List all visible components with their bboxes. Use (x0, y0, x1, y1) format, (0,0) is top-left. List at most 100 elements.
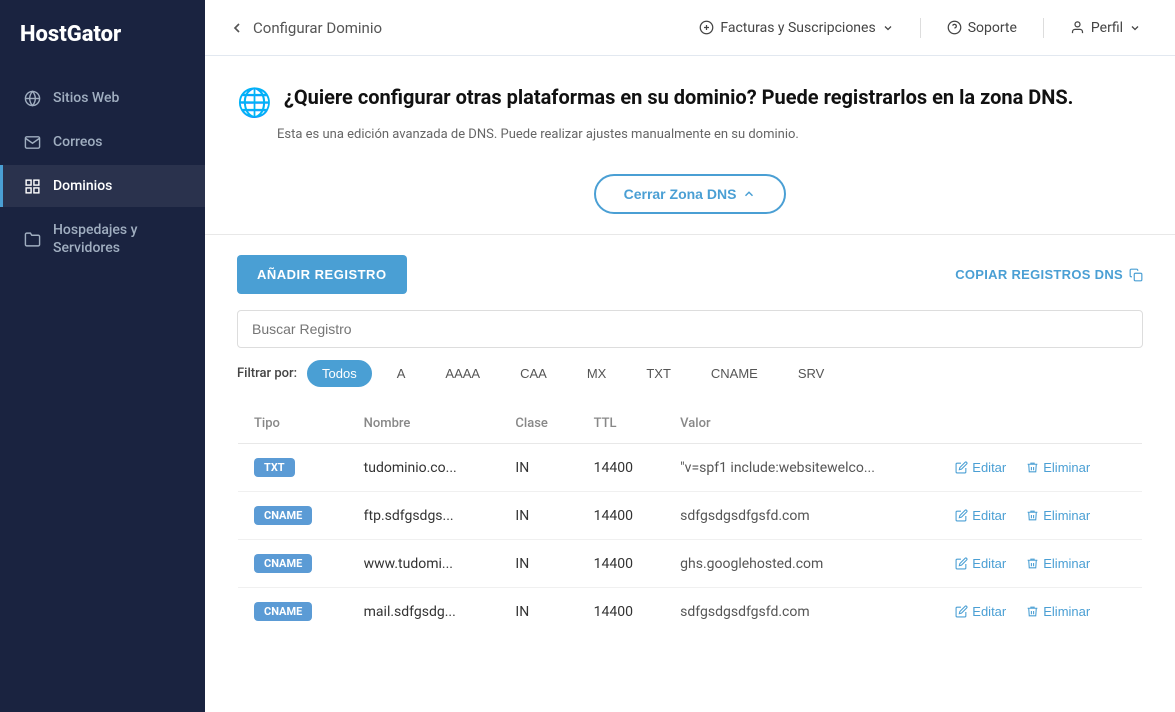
cell-actions-2: Editar Eliminar (939, 540, 1142, 588)
sidebar-item-dominios[interactable]: Dominios (0, 165, 205, 207)
table-row: CNAME ftp.sdfgsdgs... IN 14400 sdfgsdgsd… (238, 492, 1143, 540)
cell-valor-2: ghs.googlehosted.com (664, 540, 939, 588)
edit-icon-2 (955, 557, 968, 570)
trash-icon-3 (1026, 605, 1039, 618)
edit-icon-1 (955, 509, 968, 522)
close-dns-label: Cerrar Zona DNS (624, 186, 737, 202)
cell-ttl-2: 14400 (578, 540, 665, 588)
records-toolbar: AÑADIR REGISTRO COPIAR REGISTROS DNS (237, 255, 1143, 294)
cell-clase-3: IN (499, 588, 577, 636)
sidebar: HostGator Sitios Web Correos Dominios H (0, 0, 205, 712)
sidebar-item-hospedajes[interactable]: Hospedajes y Servidores (0, 209, 205, 269)
cell-name-1: ftp.sdfgsdgs... (348, 492, 500, 540)
dns-banner: 🌐 ¿Quiere configurar otras plataformas e… (205, 56, 1175, 235)
cell-type-2: CNAME (238, 540, 348, 588)
table-row: CNAME mail.sdfgsdg... IN 14400 sdfgsdgsd… (238, 588, 1143, 636)
logo: HostGator (0, 0, 205, 77)
trash-icon-0 (1026, 461, 1039, 474)
edit-button-2[interactable]: Editar (955, 556, 1006, 571)
logo-text: HostGator (20, 22, 121, 47)
cell-valor-1: sdfgsdgsdfgsfd.com (664, 492, 939, 540)
support-icon (947, 20, 962, 35)
profile-button[interactable]: Perfil (1060, 14, 1151, 42)
cell-ttl-3: 14400 (578, 588, 665, 636)
support-button[interactable]: Soporte (937, 14, 1027, 42)
edit-button-3[interactable]: Editar (955, 604, 1006, 619)
trash-icon-1 (1026, 509, 1039, 522)
back-button[interactable]: Configurar Dominio (229, 19, 382, 37)
dns-banner-header: 🌐 ¿Quiere configurar otras plataformas e… (237, 84, 1143, 119)
table-row: TXT tudominio.co... IN 14400 "v=spf1 inc… (238, 444, 1143, 492)
filter-txt[interactable]: TXT (631, 360, 686, 387)
dns-records-table: Tipo Nombre Clase TTL Valor TXT tudomini… (237, 403, 1143, 636)
cell-name-2: www.tudomi... (348, 540, 500, 588)
add-record-button[interactable]: AÑADIR REGISTRO (237, 255, 407, 294)
type-badge-2: CNAME (254, 554, 312, 573)
delete-button-2[interactable]: Eliminar (1026, 556, 1090, 571)
grid-icon (23, 177, 41, 195)
topbar-divider-2 (1043, 18, 1044, 38)
cell-actions-0: Editar Eliminar (939, 444, 1142, 492)
filter-row: Filtrar por: Todos A AAAA CAA MX TXT CNA… (237, 360, 1143, 387)
edit-icon-3 (955, 605, 968, 618)
support-label: Soporte (968, 20, 1017, 36)
email-icon (23, 133, 41, 151)
filter-todos[interactable]: Todos (307, 360, 372, 387)
chevron-down-billing-icon (882, 22, 894, 34)
copy-records-label: COPIAR REGISTROS DNS (955, 267, 1123, 282)
page-title: Configurar Dominio (253, 19, 382, 37)
filter-srv[interactable]: SRV (783, 360, 840, 387)
type-badge-1: CNAME (254, 506, 312, 525)
sidebar-label-sitios-web: Sitios Web (53, 90, 119, 106)
folder-icon (23, 230, 41, 248)
cell-type-0: TXT (238, 444, 348, 492)
type-badge-0: TXT (254, 458, 295, 477)
cell-actions-3: Editar Eliminar (939, 588, 1142, 636)
delete-button-0[interactable]: Eliminar (1026, 460, 1090, 475)
chevron-down-profile-icon (1129, 22, 1141, 34)
records-section: AÑADIR REGISTRO COPIAR REGISTROS DNS Fil… (205, 235, 1175, 656)
main-area: Configurar Dominio Facturas y Suscripcio… (205, 0, 1175, 712)
cell-ttl-0: 14400 (578, 444, 665, 492)
sidebar-item-sitios-web[interactable]: Sitios Web (0, 77, 205, 119)
col-header-clase: Clase (499, 404, 577, 444)
content-area: 🌐 ¿Quiere configurar otras plataformas e… (205, 56, 1175, 712)
cell-type-3: CNAME (238, 588, 348, 636)
col-header-ttl: TTL (578, 404, 665, 444)
sidebar-item-correos[interactable]: Correos (0, 121, 205, 163)
chevron-up-icon (742, 187, 756, 201)
cell-name-0: tudominio.co... (348, 444, 500, 492)
cell-ttl-1: 14400 (578, 492, 665, 540)
filter-mx[interactable]: MX (572, 360, 622, 387)
topbar: Configurar Dominio Facturas y Suscripcio… (205, 0, 1175, 56)
filter-cname[interactable]: CNAME (696, 360, 773, 387)
cell-clase-0: IN (499, 444, 577, 492)
edit-icon-0 (955, 461, 968, 474)
col-header-tipo: Tipo (238, 404, 348, 444)
billing-button[interactable]: Facturas y Suscripciones (689, 14, 903, 42)
filter-caa[interactable]: CAA (505, 360, 562, 387)
cell-type-1: CNAME (238, 492, 348, 540)
sidebar-label-hospedajes: Hospedajes y Servidores (53, 221, 185, 257)
topbar-divider-1 (920, 18, 921, 38)
filter-a[interactable]: A (382, 360, 421, 387)
col-header-actions (939, 404, 1142, 444)
copy-records-button[interactable]: COPIAR REGISTROS DNS (955, 267, 1143, 282)
edit-button-0[interactable]: Editar (955, 460, 1006, 475)
sidebar-label-dominios: Dominios (53, 178, 112, 194)
cell-actions-1: Editar Eliminar (939, 492, 1142, 540)
col-header-valor: Valor (664, 404, 939, 444)
type-badge-3: CNAME (254, 602, 312, 621)
edit-button-1[interactable]: Editar (955, 508, 1006, 523)
billing-icon (699, 20, 714, 35)
dns-globe-icon: 🌐 (237, 86, 272, 119)
filter-label: Filtrar por: (237, 366, 297, 381)
delete-button-3[interactable]: Eliminar (1026, 604, 1090, 619)
profile-label: Perfil (1091, 20, 1123, 36)
filter-aaaa[interactable]: AAAA (430, 360, 495, 387)
billing-label: Facturas y Suscripciones (720, 20, 875, 36)
dns-banner-subtitle: Esta es una edición avanzada de DNS. Pue… (277, 127, 1143, 142)
delete-button-1[interactable]: Eliminar (1026, 508, 1090, 523)
close-dns-button[interactable]: Cerrar Zona DNS (594, 174, 787, 214)
search-input[interactable] (237, 310, 1143, 348)
